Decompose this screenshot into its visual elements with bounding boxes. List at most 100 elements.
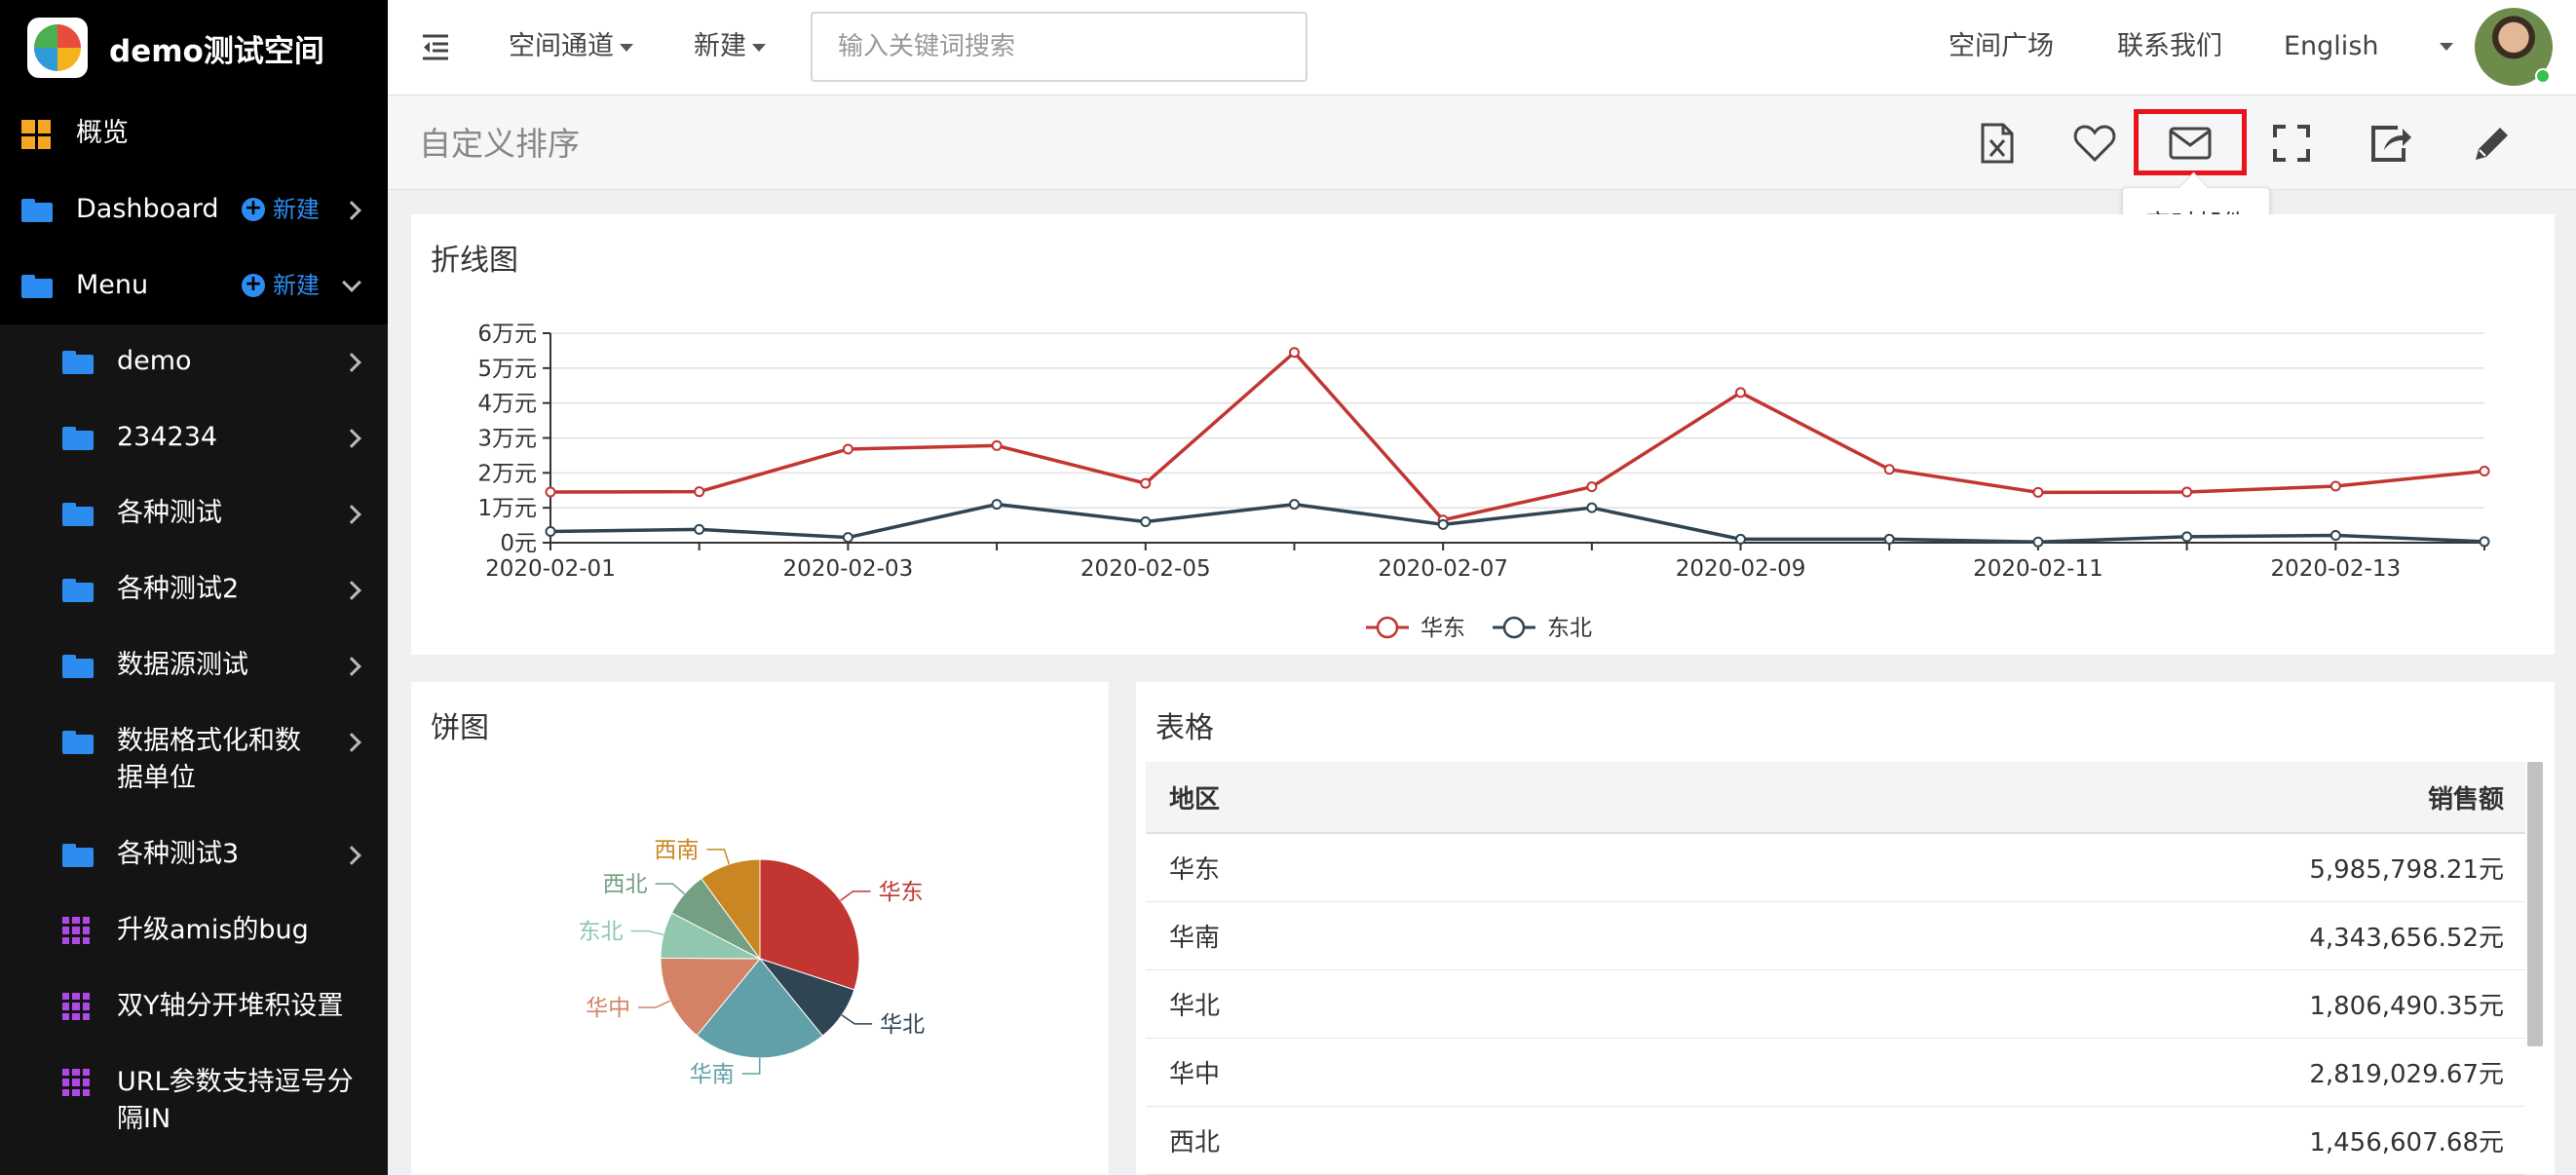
top-bar: 空间通道 新建 空间广场 联系我们 English [388, 0, 2576, 95]
chevron-right-icon[interactable] [342, 353, 361, 372]
new-label: 新建 [273, 272, 320, 299]
chevron-right-icon[interactable] [342, 657, 361, 676]
pie-label-line [840, 891, 871, 901]
pie-label-line [655, 883, 686, 895]
sidebar-item-label: 数据格式化和数 [117, 726, 301, 756]
chevron-right-icon[interactable] [342, 581, 361, 600]
x-tick-label: 2020-02-01 [485, 556, 616, 582]
sidebar-item-dashboard[interactable]: Dashboard + 新建 [0, 191, 388, 230]
table-cell: 华中 [1169, 1060, 1221, 1089]
caret-down-icon [620, 43, 633, 52]
menu-new-button[interactable]: + 新建 [242, 267, 320, 304]
user-menu-caret-icon[interactable] [2440, 43, 2453, 51]
page-title: 自定义排序 [419, 125, 580, 163]
y-tick-label: 0元 [500, 531, 537, 556]
pie-chart: 华东华北华南 华中 东北 西北西南 [578, 838, 925, 1087]
sidebar-item-label-line2: 据单位 [117, 763, 196, 793]
folder-icon [62, 844, 94, 867]
app-title: demo测试空间 [109, 33, 324, 69]
sidebar-item-menu[interactable]: Menu + 新建 [0, 267, 388, 306]
column-header-region[interactable]: 地区 [1146, 779, 2428, 815]
collapse-menu-icon[interactable] [421, 33, 450, 64]
data-point [2032, 536, 2044, 548]
page-header: 自定义排序 [388, 96, 2576, 190]
data-point [991, 439, 1003, 451]
y-tick-label: 4万元 [477, 392, 537, 417]
x-tick-label: 2020-02-11 [1973, 556, 2103, 582]
search-input[interactable] [811, 12, 1307, 82]
data-point [2181, 531, 2193, 543]
folder-icon [21, 199, 53, 222]
chevron-right-icon[interactable] [342, 201, 361, 220]
plus-circle-icon: + [242, 274, 265, 297]
sidebar-item-label: 各种测试 [117, 498, 222, 528]
pie-chart-title: 饼图 [431, 711, 489, 745]
table-cell: 4,343,656.52元 [2309, 924, 2504, 953]
language-selector[interactable]: English [2284, 28, 2379, 65]
sidebar-item-formatting[interactable]: 数据格式化和数 据单位 [0, 723, 388, 801]
data-point [1883, 533, 1895, 545]
data-point [842, 532, 853, 544]
sidebar-item-dual-y[interactable]: 双Y轴分开堆积设置 [0, 988, 388, 1027]
online-status-dot [2535, 68, 2551, 84]
pie-label: 华南 [690, 1062, 735, 1087]
sales-table: 地区 销售额 华东 5,985,798.21元 华南 4,343,656.52元 华… [1146, 762, 2525, 1175]
data-point [842, 443, 853, 455]
sidebar-item-label: 各种测试2 [117, 574, 240, 604]
table-title: 表格 [1155, 711, 1214, 745]
dashboard-grid-icon [21, 120, 51, 149]
sidebar-item-label-line2: 隔IN [117, 1104, 171, 1134]
favorite-heart-icon[interactable] [2065, 114, 2124, 172]
space-channel-dropdown[interactable]: 空间通道 [509, 28, 633, 65]
data-point [1586, 502, 1598, 513]
table-row: 西北 1,456,607.68元 [1146, 1107, 2525, 1175]
contact-us-link[interactable]: 联系我们 [2117, 28, 2222, 65]
share-icon[interactable] [2362, 114, 2420, 172]
sidebar-item-label: 数据源测试 [117, 650, 248, 680]
folder-icon [21, 275, 53, 298]
table-cell: 西北 [1169, 1128, 1221, 1157]
chevron-right-icon[interactable] [342, 846, 361, 865]
folder-icon [62, 351, 94, 374]
export-excel-icon[interactable] [1968, 114, 2027, 172]
chevron-down-icon[interactable] [342, 273, 361, 292]
edit-pencil-icon[interactable] [2463, 114, 2521, 172]
brand[interactable]: demo测试空间 [0, 0, 388, 95]
data-point [1437, 518, 1449, 530]
grid-icon [62, 993, 90, 1020]
sidebar-item-tests2[interactable]: 各种测试2 [0, 571, 388, 610]
y-tick-label: 2万元 [477, 461, 537, 486]
data-point [545, 486, 556, 498]
app-logo [27, 18, 88, 78]
chevron-right-icon[interactable] [342, 505, 361, 524]
pie-label-line [706, 849, 731, 865]
pie-label: 西南 [654, 838, 699, 863]
table-scrollbar[interactable] [2527, 762, 2543, 1046]
pie-chart-panel: 饼图 华东 华北 华南 华中 东北 西北 西南 [411, 682, 1109, 1175]
chevron-right-icon[interactable] [342, 429, 361, 448]
sidebar-item-tests3[interactable]: 各种测试3 [0, 836, 388, 875]
sidebar-item-amis-bug[interactable]: 升级amis的bug [0, 912, 388, 951]
chevron-right-icon[interactable] [342, 733, 361, 752]
fullscreen-icon[interactable] [2262, 114, 2321, 172]
data-point [1586, 481, 1598, 493]
sidebar-item-234234[interactable]: 234234 [0, 419, 388, 458]
folder-icon [62, 579, 94, 602]
folder-icon [62, 731, 94, 754]
table-row: 华东 5,985,798.21元 [1146, 834, 2525, 902]
y-tick-label: 5万元 [477, 357, 537, 382]
column-header-sales[interactable]: 销售额 [2428, 779, 2525, 815]
table-header-row: 地区 销售额 [1146, 762, 2525, 834]
dashboard-new-button[interactable]: + 新建 [242, 191, 320, 228]
sidebar-item-overview[interactable]: 概览 [0, 115, 388, 154]
new-dropdown[interactable]: 新建 [694, 28, 766, 65]
sidebar-item-demo[interactable]: demo [0, 343, 388, 382]
data-point [1735, 533, 1747, 545]
sidebar-item-url-params[interactable]: URL参数支持逗号分 隔IN [0, 1064, 388, 1142]
table-cell: 2,819,029.67元 [2309, 1060, 2504, 1089]
space-square-link[interactable]: 空间广场 [1949, 28, 2054, 65]
legend-marker [1376, 616, 1399, 639]
sidebar-item-datasource[interactable]: 数据源测试 [0, 647, 388, 686]
sidebar-item-label: 234234 [117, 422, 218, 452]
sidebar-item-tests[interactable]: 各种测试 [0, 495, 388, 534]
